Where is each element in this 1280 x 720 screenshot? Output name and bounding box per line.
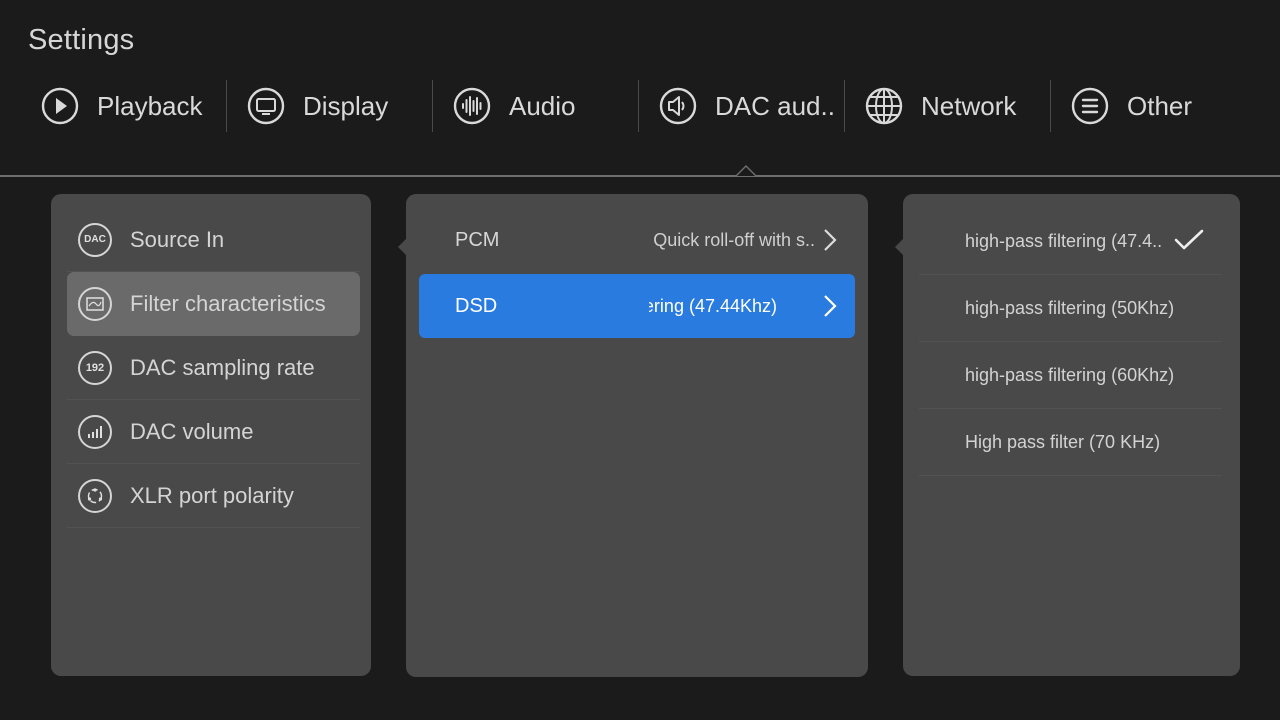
- category-label: Source In: [130, 226, 225, 252]
- category-source-in[interactable]: DAC Source In: [67, 208, 360, 272]
- speaker-icon: [658, 86, 698, 126]
- tab-network[interactable]: Network: [844, 78, 1050, 134]
- sample-rate-icon: 192: [78, 350, 112, 385]
- format-label: DSD: [455, 294, 498, 317]
- category-dac-sampling-rate[interactable]: 192 DAC sampling rate: [67, 336, 360, 400]
- tab-label: Playback: [97, 90, 203, 121]
- tab-label: Display: [303, 90, 389, 121]
- tab-label: DAC aud..: [715, 90, 835, 121]
- play-icon: [40, 86, 80, 126]
- format-list: PCM Quick roll-off with s.. DSD high-pas…: [419, 208, 855, 338]
- format-panel: PCM Quick roll-off with s.. DSD high-pas…: [398, 194, 868, 677]
- menu-icon: [1070, 86, 1110, 126]
- page-title: Settings: [28, 24, 135, 56]
- format-pcm[interactable]: PCM Quick roll-off with s..: [419, 208, 855, 272]
- chevron-right-icon: [823, 228, 837, 257]
- volume-bars-icon: [78, 414, 112, 449]
- xlr-icon: [78, 478, 112, 513]
- category-filter-characteristics[interactable]: Filter characteristics: [67, 272, 360, 336]
- dac-icon: DAC: [78, 222, 112, 257]
- option-list: high-pass filtering (47.4.. high-pass fi…: [919, 208, 1222, 476]
- option-item[interactable]: high-pass filtering (47.4..: [919, 208, 1222, 275]
- monitor-icon: [246, 86, 286, 126]
- tab-bar: Playback Display Audio DAC aud.. Network…: [20, 78, 1256, 134]
- category-dac-volume[interactable]: DAC volume: [67, 400, 360, 464]
- tab-divider: [0, 175, 1280, 177]
- option-label: high-pass filtering (47.4..: [965, 230, 1163, 251]
- tab-display[interactable]: Display: [226, 78, 432, 134]
- category-label: Filter characteristics: [130, 290, 326, 316]
- settings-screen: Settings Playback Display Audio DAC aud.…: [0, 0, 1280, 720]
- chevron-right-icon: [823, 294, 837, 323]
- tab-label: Audio: [509, 90, 576, 121]
- format-dsd[interactable]: DSD high-pass filtering (47.44Khz): [419, 274, 855, 338]
- checkmark-icon: [1174, 228, 1204, 257]
- tab-label: Other: [1127, 90, 1193, 121]
- option-label: High pass filter (70 KHz): [965, 431, 1161, 452]
- globe-icon: [864, 86, 904, 126]
- tab-audio[interactable]: Audio: [432, 78, 638, 134]
- category-label: DAC volume: [130, 418, 254, 444]
- tab-dac-audio[interactable]: DAC aud..: [638, 78, 844, 134]
- format-label: PCM: [455, 228, 500, 251]
- option-item[interactable]: high-pass filtering (50Khz): [919, 275, 1222, 342]
- category-label: DAC sampling rate: [130, 354, 315, 380]
- sample-rate-icon-text: 192: [85, 361, 105, 374]
- option-label: high-pass filtering (60Khz): [965, 364, 1175, 385]
- option-label: high-pass filtering (50Khz): [965, 297, 1175, 318]
- filter-icon: [78, 286, 112, 321]
- option-item[interactable]: High pass filter (70 KHz): [919, 409, 1222, 476]
- tab-other[interactable]: Other: [1050, 78, 1256, 134]
- panel-notch: [398, 238, 407, 256]
- panel-notch: [895, 238, 904, 256]
- format-value: Quick roll-off with s..: [653, 229, 815, 250]
- category-xlr-port-polarity[interactable]: XLR port polarity: [67, 464, 360, 528]
- option-item[interactable]: high-pass filtering (60Khz): [919, 342, 1222, 409]
- category-panel: DAC Source In Filter characteristics 192…: [51, 194, 371, 676]
- tab-playback[interactable]: Playback: [20, 78, 226, 134]
- tab-label: Network: [921, 90, 1017, 121]
- category-label: XLR port polarity: [130, 482, 294, 508]
- format-value: high-pass filtering (47.44Khz): [649, 295, 777, 316]
- dac-icon-text: DAC: [84, 234, 106, 245]
- audio-wave-icon: [452, 86, 492, 126]
- category-list: DAC Source In Filter characteristics 192…: [67, 208, 360, 528]
- active-tab-pointer: [735, 165, 757, 176]
- option-panel: high-pass filtering (47.4.. high-pass fi…: [895, 194, 1240, 676]
